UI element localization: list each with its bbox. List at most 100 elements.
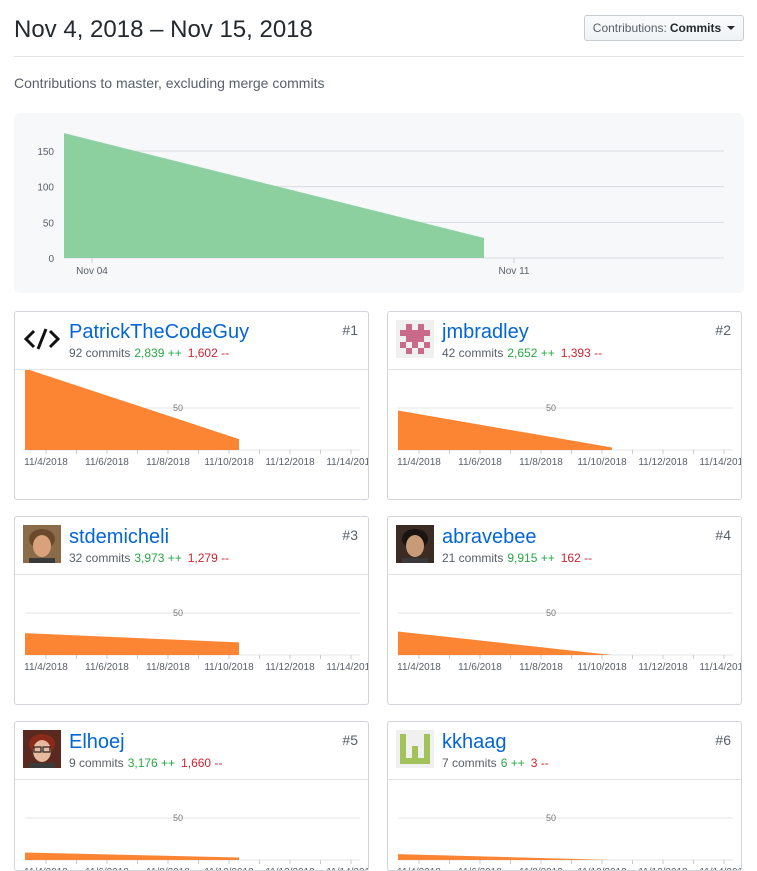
contributor-name-link[interactable]: Elhoej <box>69 731 125 754</box>
contributor-card: jmbradley 42 commits 2,652 ++ 1,393 -- #2 50 1… <box>387 311 742 500</box>
subtitle: Contributions to master, excluding merge… <box>14 75 325 91</box>
additions-count: 2,839 ++ <box>134 346 182 360</box>
x-tick-label: 11/12/2018 <box>638 662 688 673</box>
x-tick-label: 11/6/2018 <box>85 662 129 673</box>
caret-down-icon <box>727 26 736 30</box>
x-tick-label: 11/10/2018 <box>204 662 254 673</box>
deletions-count: 3 -- <box>530 756 549 770</box>
contributor-rank: #3 <box>342 527 358 543</box>
avatar[interactable] <box>396 525 434 563</box>
commit-area <box>25 852 239 860</box>
x-tick-label: 11/12/2018 <box>638 867 688 871</box>
x-tick-label: 11/10/2018 <box>577 662 627 673</box>
contributor-card: kkhaag 7 commits6 ++ 3 -- #6 50 11/4/2018 11/6… <box>387 721 742 871</box>
contributor-commit-chart: 50 11/4/2018 11/6/2018 11/8/2018 11/10/2018 1… <box>397 403 741 468</box>
commit-area <box>25 633 239 655</box>
x-tick-label: 11/6/2018 <box>458 457 502 468</box>
x-tick-label: 11/8/2018 <box>146 662 190 673</box>
contributor-stats: 42 commits 2,652 ++ 1,393 -- <box>442 346 602 360</box>
contributor-commit-chart: 50 11/4/2018 11/6/2018 11/8/2018 11/10/2018 1… <box>397 813 741 871</box>
main-y-tick-label: 150 <box>37 147 54 158</box>
x-tick-label: 11/12/2018 <box>265 662 315 673</box>
avatar[interactable] <box>23 525 61 563</box>
x-tick-label: 11/10/2018 <box>204 867 254 871</box>
commit-count: 92 commits <box>69 346 131 360</box>
commit-area <box>398 631 612 655</box>
x-tick-label: 11/10/2018 <box>577 457 627 468</box>
x-tick-label: 11/4/2018 <box>24 662 68 673</box>
y-tick-label-50: 50 <box>173 608 183 618</box>
x-tick-label: 11/14/2018 <box>326 457 369 468</box>
contributor-stats: 32 commits 3,973 ++ 1,279 -- <box>69 551 229 565</box>
main-commits-area <box>64 133 484 258</box>
x-tick-label: 11/10/2018 <box>577 867 627 871</box>
x-tick-label: 11/14/2018 <box>699 662 742 673</box>
contributions-value: Commits <box>669 21 722 35</box>
contributions-label: Contributions: <box>592 21 667 35</box>
contributor-card-header: Elhoej 9 commits 3,176 ++ 1,660 -- #5 <box>15 722 368 780</box>
contributor-commit-chart: 50 11/4/2018 11/6/2018 11/8/2018 11/10/2018 1… <box>24 370 369 468</box>
additions-count: 2,652 ++ <box>507 346 555 360</box>
main-y-tick-label: 100 <box>37 183 54 194</box>
y-tick-label-50: 50 <box>546 813 556 823</box>
contributor-rank: #5 <box>342 732 358 748</box>
contributor-name-link[interactable]: PatrickTheCodeGuy <box>69 321 249 344</box>
x-tick-label: 11/6/2018 <box>458 867 502 871</box>
contributor-card-header: jmbradley 42 commits 2,652 ++ 1,393 -- #2 <box>388 312 741 370</box>
avatar[interactable] <box>396 730 434 768</box>
contributor-card-header: stdemicheli 32 commits 3,973 ++ 1,279 -- #3 <box>15 517 368 575</box>
contributor-stats: 7 commits 6 ++ 3 -- <box>442 756 549 770</box>
x-tick-label: 11/12/2018 <box>265 457 315 468</box>
y-tick-label-50: 50 <box>173 813 183 823</box>
contributor-rank: #2 <box>715 322 731 338</box>
x-tick-label: 11/12/2018 <box>638 457 688 468</box>
contributor-card-header: abravebee 21 commits 9,915 ++ 162 -- #4 <box>388 517 741 575</box>
contributor-name-link[interactable]: abravebee <box>442 526 537 549</box>
contributor-rank: #4 <box>715 527 731 543</box>
x-tick-label: 11/8/2018 <box>519 662 563 673</box>
additions-count: 6 ++ <box>500 756 525 770</box>
contributor-stats: 9 commits 3,176 ++ 1,660 -- <box>69 756 222 770</box>
x-tick-label: 11/8/2018 <box>146 457 190 468</box>
commit-count: 32 commits <box>69 551 131 565</box>
x-tick-label: 11/4/2018 <box>397 867 441 871</box>
contributor-card-header: kkhaag 7 commits 6 ++ 3 -- #6 <box>388 722 741 780</box>
x-tick-label: 11/8/2018 <box>146 867 190 871</box>
contributor-name-link[interactable]: stdemicheli <box>69 526 169 549</box>
additions-count: 3,973 ++ <box>134 551 182 565</box>
main-commits-chart: 0 50 100 150 Nov 04 Nov 11 <box>14 113 744 293</box>
y-tick-label-50: 50 <box>546 403 556 413</box>
avatar[interactable] <box>396 320 434 358</box>
contributor-name-link[interactable]: jmbradley <box>442 321 529 344</box>
contributor-name-link[interactable]: kkhaag <box>442 731 507 754</box>
x-tick-label: 11/6/2018 <box>458 662 502 673</box>
header: Nov 4, 2018 – Nov 15, 2018 Contributions… <box>14 14 744 57</box>
contributor-card: PatrickTheCodeGuy 92 commits 2,839 ++ 1,602… <box>14 311 369 500</box>
x-tick-label: 11/14/2018 <box>326 662 369 673</box>
contributor-card-header: PatrickTheCodeGuy 92 commits 2,839 ++ 1,602… <box>15 312 368 370</box>
x-tick-label: 11/8/2018 <box>519 867 563 871</box>
main-x-tick-label: Nov 04 <box>76 266 108 277</box>
contributions-type-dropdown[interactable]: Contributions: Commits <box>584 15 744 41</box>
additions-count: 3,176 ++ <box>127 756 176 770</box>
commit-area <box>25 370 239 450</box>
contributor-card: abravebee 21 commits 9,915 ++ 162 -- #4 50 11/… <box>387 516 742 705</box>
x-tick-label: 11/10/2018 <box>204 457 254 468</box>
contributor-rank: #1 <box>342 322 358 338</box>
contributor-card: stdemicheli 32 commits 3,973 ++ 1,279 -- #3 5… <box>14 516 369 705</box>
y-tick-label-50: 50 <box>546 608 556 618</box>
main-y-tick-label: 50 <box>43 218 55 229</box>
contributor-stats: 92 commits 2,839 ++ 1,602 -- <box>69 346 229 360</box>
x-tick-label: 11/6/2018 <box>85 457 129 468</box>
date-range-title: Nov 4, 2018 – Nov 15, 2018 <box>14 16 313 43</box>
contributor-commit-chart: 50 11/4/2018 11/6/2018 11/8/2018 11/10/2018 1… <box>24 813 368 871</box>
commit-count: 7 commits <box>442 756 497 770</box>
main-x-tick-label: Nov 11 <box>499 266 530 277</box>
x-tick-label: 11/4/2018 <box>397 662 441 673</box>
deletions-count: 1,602 -- <box>187 346 230 360</box>
commit-count: 21 commits <box>442 551 504 565</box>
avatar[interactable] <box>23 730 61 768</box>
main-chart-svg: 0 50 100 150 Nov 04 Nov 11 <box>37 133 724 277</box>
avatar[interactable] <box>23 320 61 358</box>
x-tick-label: 11/8/2018 <box>519 457 563 468</box>
